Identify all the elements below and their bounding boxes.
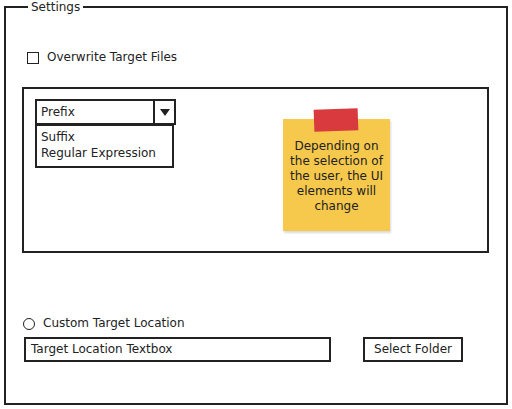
dropdown-option[interactable]: Regular Expression [41,145,168,161]
sticky-note: Depending on the selection of the user, … [283,119,390,231]
target-location-textbox[interactable]: Target Location Textbox [24,337,331,362]
settings-title: Settings [28,0,83,14]
dropdown-arrow-button[interactable] [153,101,174,123]
settings-group: Settings Overwrite Target Files Prefix S… [4,0,508,405]
mode-panel: Prefix SuffixRegular Expression Dependin… [22,87,489,253]
dropdown-value: Prefix [37,101,153,123]
tape-icon [314,108,359,132]
mode-dropdown[interactable]: Prefix [35,99,176,125]
dropdown-list: SuffixRegular Expression [35,125,174,168]
custom-location-radio[interactable] [23,318,35,330]
target-row: Target Location Textbox Select Folder [22,337,489,362]
custom-location-label[interactable]: Custom Target Location [43,316,184,331]
overwrite-label[interactable]: Overwrite Target Files [47,50,177,65]
overwrite-checkbox[interactable] [27,52,39,64]
overwrite-row[interactable]: Overwrite Target Files [22,50,489,65]
triangle-down-icon [160,109,170,116]
select-folder-button[interactable]: Select Folder [363,337,463,362]
custom-location-row[interactable]: Custom Target Location [22,316,489,331]
mode-dropdown-wrap: Prefix SuffixRegular Expression [35,99,176,125]
page: Settings Overwrite Target Files Prefix S… [0,0,512,409]
dropdown-option[interactable]: Suffix [41,129,168,145]
note-text: Depending on the selection of the user, … [289,139,384,214]
